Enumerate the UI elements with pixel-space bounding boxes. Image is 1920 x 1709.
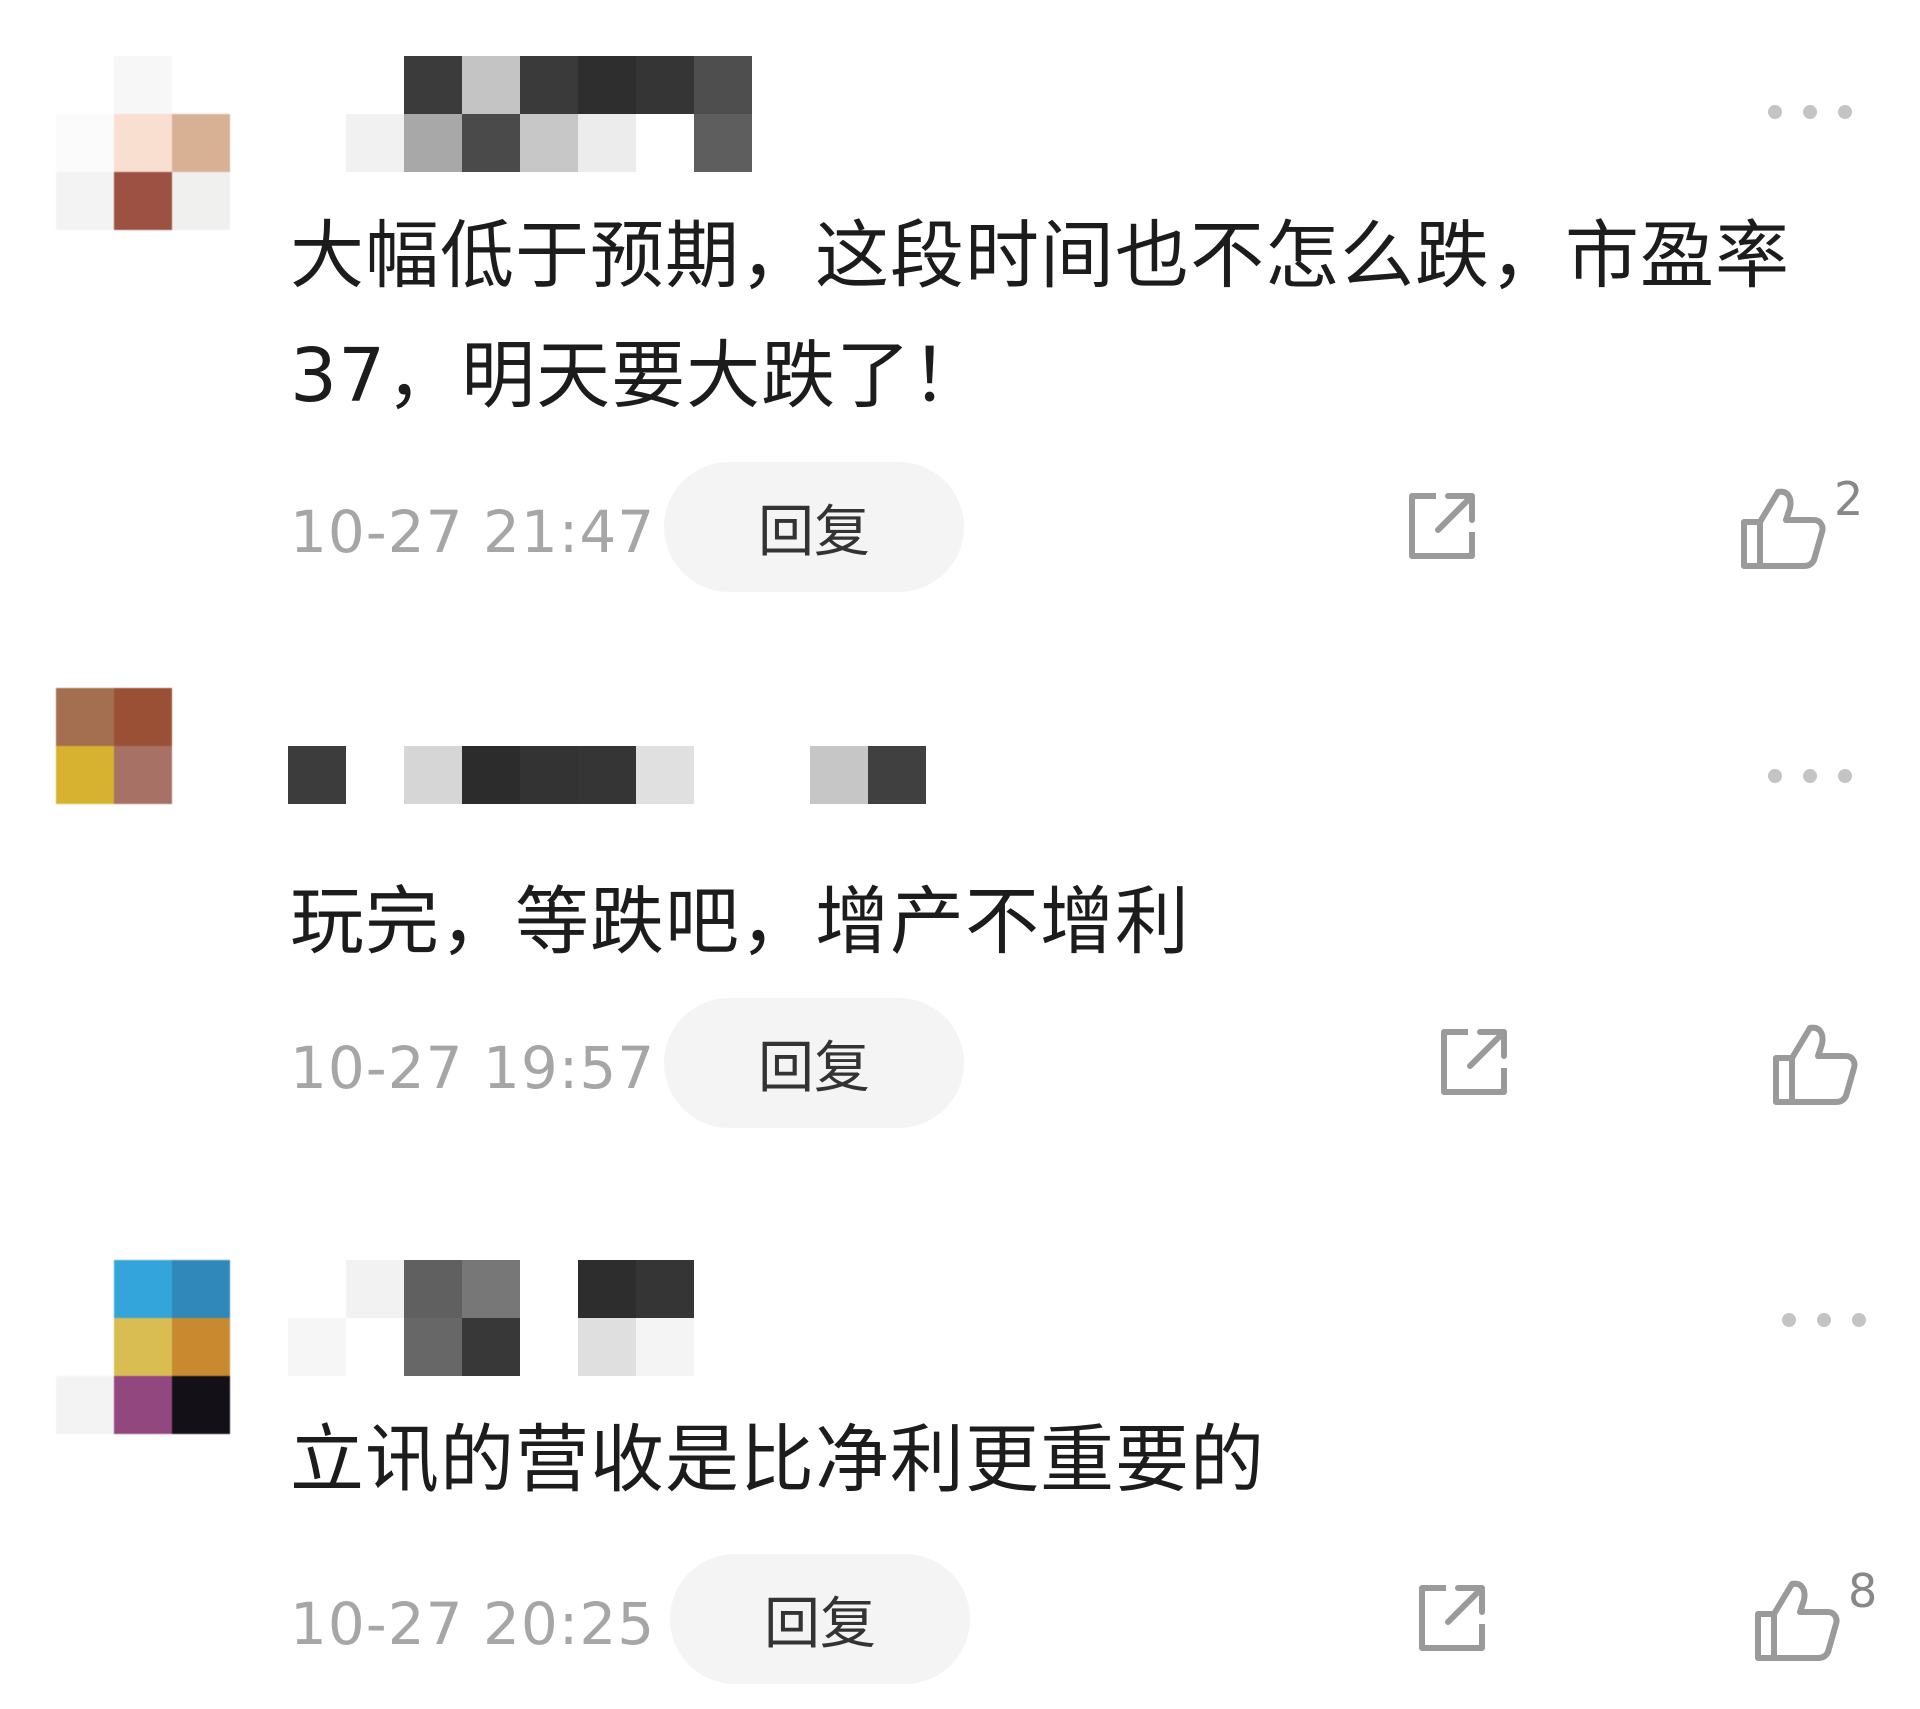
more-dots-icon[interactable] <box>1768 768 1852 784</box>
like-count: 8 <box>1848 1564 1878 1618</box>
comment-meta: 10-27 20:25 回复 8 <box>290 1554 1890 1684</box>
comment-item: 立讯的营收是比净利更重要的 10-27 20:25 回复 8 <box>0 1064 1920 1684</box>
like-button[interactable]: 8 <box>1752 1564 1892 1670</box>
avatar[interactable] <box>56 56 230 230</box>
more-dots-icon[interactable] <box>1768 104 1852 120</box>
comment-text: 立讯的营收是比净利更重要的 <box>290 1417 1265 1503</box>
comment-item: 大幅低于预期，这段时间也不怎么跌，市盈率37，明天要大跌了！ 10-27 21:… <box>0 0 1920 592</box>
like-count: 2 <box>1834 472 1864 526</box>
more-dots-icon[interactable] <box>1782 1312 1866 1328</box>
share-icon[interactable] <box>1412 1578 1492 1658</box>
comment-text: 玩完，等跌吧，增产不增利 <box>290 879 1190 965</box>
avatar[interactable] <box>56 1260 230 1434</box>
avatar[interactable] <box>56 688 230 862</box>
comment-text: 大幅低于预期，这段时间也不怎么跌，市盈率37，明天要大跌了！ <box>290 213 1790 419</box>
username-pixelated[interactable] <box>288 1260 788 1376</box>
username-pixelated[interactable] <box>288 746 926 862</box>
reply-button[interactable]: 回复 <box>670 1554 970 1684</box>
thumbs-up-icon <box>1755 1580 1840 1661</box>
username-pixelated[interactable] <box>288 56 788 172</box>
comment-item: 玩完，等跌吧，增产不增利 10-27 19:57 回复 <box>0 532 1920 1128</box>
comment-list: 大幅低于预期，这段时间也不怎么跌，市盈率37，明天要大跌了！ 10-27 21:… <box>0 0 1920 1709</box>
comment-time: 10-27 20:25 <box>290 1590 656 1658</box>
